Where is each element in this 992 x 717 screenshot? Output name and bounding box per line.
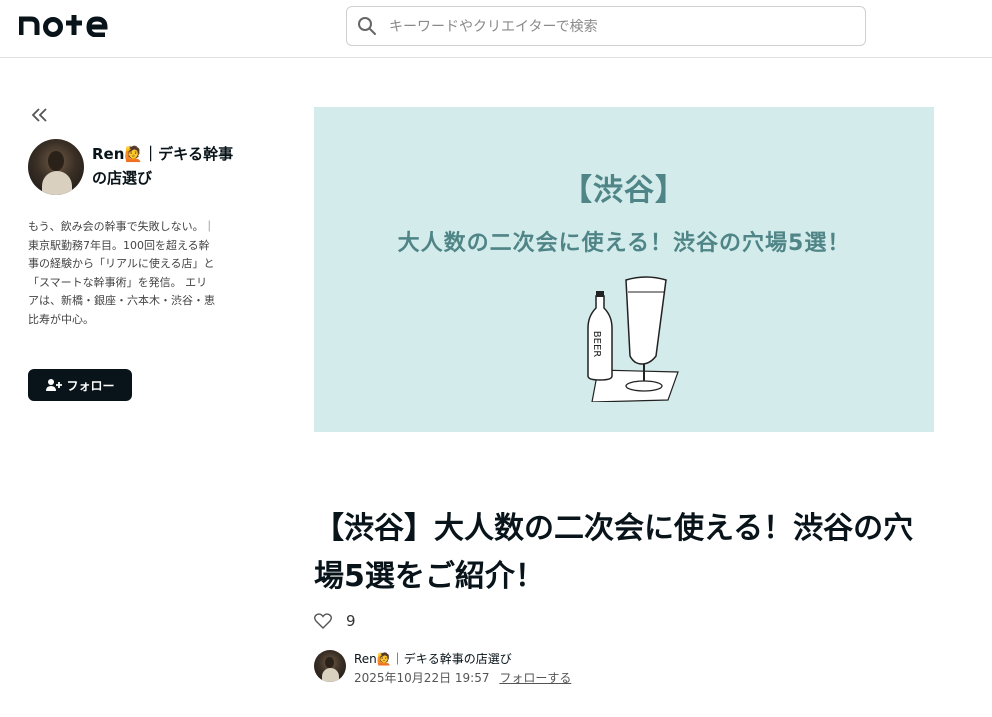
byline-meta: 2025年10月22日 19:57 フォローする (354, 669, 571, 686)
article-title: 【渋谷】大人数の二次会に使える！渋谷の穴場5選をご紹介！ (314, 511, 914, 594)
author-bio: もう、飲み会の幹事で失敗しない。｜東京駅勤務7年目。100回を超える幹事の経験か… (28, 220, 215, 326)
heart-icon (314, 613, 332, 629)
byline-follow-link[interactable]: フォローする (499, 671, 571, 685)
beer-illustration: BEER (587, 276, 679, 402)
add-user-icon (46, 379, 63, 391)
search-icon (358, 17, 376, 35)
follow-button[interactable]: フォロー (28, 369, 132, 401)
avatar-head (48, 151, 64, 171)
note-logo[interactable]: note (19, 13, 119, 37)
hero-image: 【渋谷】 大人数の二次会に使える！渋谷の穴場5選！ BEER (314, 107, 934, 432)
top-header: note (0, 0, 992, 58)
author-avatar[interactable] (28, 139, 84, 195)
follow-button-label: フォロー (66, 378, 115, 393)
byline-avatar-body (322, 668, 339, 682)
avatar-body (42, 171, 72, 195)
bottle-label: BEER (591, 331, 602, 357)
like-button[interactable]: 9 (314, 610, 356, 632)
byline-avatar[interactable] (314, 650, 346, 682)
author-name[interactable]: Ren🙋｜デキる幹事の店選び (92, 142, 242, 190)
search-box[interactable] (346, 6, 866, 46)
byline-author-name[interactable]: Ren🙋｜デキる幹事の店選び (354, 650, 512, 667)
hero-subheading: 大人数の二次会に使える！渋谷の穴場5選！ (397, 231, 851, 256)
collapse-sidebar-icon[interactable] (30, 105, 50, 125)
search-input[interactable] (387, 15, 851, 39)
like-count: 9 (346, 612, 356, 630)
hero-heading: 【渋谷】 (562, 173, 686, 208)
publish-datetime: 2025年10月22日 19:57 (354, 671, 490, 685)
byline-avatar-head (325, 657, 334, 668)
